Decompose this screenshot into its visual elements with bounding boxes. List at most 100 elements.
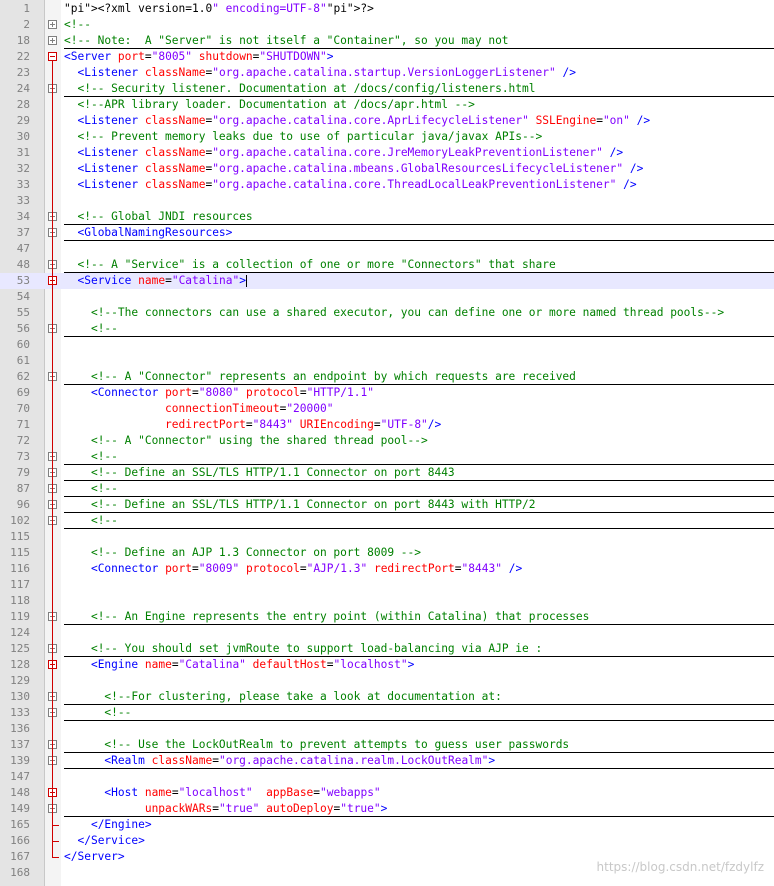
code-line[interactable]: 136 <box>0 721 774 737</box>
code-line[interactable]: 62 <!-- A "Connector" represents an endp… <box>0 369 774 385</box>
code-line[interactable]: 33 <box>0 193 774 209</box>
line-number: 24 <box>16 82 30 95</box>
code-line[interactable]: 22 <Server port="8005" shutdown="SHUTDOWN… <box>0 49 774 65</box>
code-line[interactable]: 96 <!-- Define an SSL/TLS HTTP/1.1 Conne… <box>0 497 774 513</box>
code-text: <!-- <box>90 322 118 335</box>
code-text: <Listener className="org.apache.catalina… <box>77 146 624 159</box>
code-line[interactable]: 119 <!-- An Engine represents the entry … <box>0 609 774 625</box>
code-line[interactable]: 148 <Host name="localhost" appBase="weba… <box>0 785 774 801</box>
line-number: 87 <box>16 482 30 495</box>
code-text: <Host name="localhost" appBase="webapps" <box>104 786 381 799</box>
code-line[interactable]: 87 <!-- <box>0 481 774 497</box>
code-text: unpackWARs="true" autoDeploy="true"> <box>144 802 388 815</box>
code-text: <Server port="8005" shutdown="SHUTDOWN"> <box>64 50 334 63</box>
code-line[interactable]: 56 <!-- <box>0 321 774 337</box>
code-line[interactable]: 125 <!-- You should set jvmRoute to supp… <box>0 641 774 657</box>
line-number: 124 <box>10 626 30 639</box>
code-text: </Engine> <box>90 818 152 831</box>
code-text: <!-- An Engine represents the entry poin… <box>90 610 590 623</box>
code-line[interactable]: 18 <!-- Note: A "Server" is not itself a … <box>0 33 774 49</box>
line-number: 47 <box>16 242 30 255</box>
code-line[interactable]: 124 <box>0 625 774 641</box>
code-line[interactable]: 71 redirectPort="8443" URIEncoding="UTF-… <box>0 417 774 433</box>
code-line[interactable]: 29 <Listener className="org.apache.catal… <box>0 113 774 129</box>
line-number: 116 <box>10 562 30 575</box>
line-number: 125 <box>10 642 30 655</box>
code-line[interactable]: 102 <!-- <box>0 513 774 529</box>
line-number: 30 <box>16 130 30 143</box>
code-line[interactable]: 79 <!-- Define an SSL/TLS HTTP/1.1 Conne… <box>0 465 774 481</box>
line-number: 32 <box>16 162 30 175</box>
code-text: connectionTimeout="20000" <box>165 402 334 415</box>
code-text: <!--For clustering, please take a look a… <box>104 690 502 703</box>
code-line[interactable]: 53 <Service name="Catalina"> <box>0 273 774 289</box>
line-number: 119 <box>10 610 30 623</box>
line-number: 115 <box>10 530 30 543</box>
code-line[interactable]: 147 <box>0 769 774 785</box>
code-text: <!-- You should set jvmRoute to support … <box>90 642 543 655</box>
code-text: <Listener className="org.apache.catalina… <box>77 178 637 191</box>
code-editor[interactable]: 1 "pi"><?xml version=1.0" encoding=UTF-8"… <box>0 0 774 886</box>
text-cursor <box>245 275 247 287</box>
code-line[interactable]: 34 <!-- Global JNDI resources <box>0 209 774 225</box>
fold-collapse-icon[interactable] <box>48 52 57 61</box>
code-line[interactable]: 2 <!-- <box>0 17 774 33</box>
code-line[interactable]: 70 connectionTimeout="20000" <box>0 401 774 417</box>
code-line[interactable]: 54 <box>0 289 774 305</box>
code-line[interactable]: 118 <box>0 593 774 609</box>
code-line[interactable]: 61 <box>0 353 774 369</box>
watermark: https://blog.csdn.net/fzdylfz <box>596 860 764 874</box>
code-line[interactable]: 32 <Listener className="org.apache.catal… <box>0 161 774 177</box>
line-number: 130 <box>10 690 30 703</box>
code-line[interactable]: 166 </Service> <box>0 833 774 849</box>
code-line[interactable]: 137 <!-- Use the LockOutRealm to prevent… <box>0 737 774 753</box>
code-line[interactable]: 48 <!-- A "Service" is a collection of o… <box>0 257 774 273</box>
line-number: 72 <box>16 434 30 447</box>
code-line[interactable]: 116 <Connector port="8009" protocol="AJP… <box>0 561 774 577</box>
code-line[interactable]: 30 <!-- Prevent memory leaks due to use … <box>0 129 774 145</box>
code-line[interactable]: 72 <!-- A "Connector" using the shared t… <box>0 433 774 449</box>
code-line[interactable]: 115 <!-- Define an AJP 1.3 Connector on … <box>0 545 774 561</box>
code-line[interactable]: 139 <Realm className="org.apache.catalin… <box>0 753 774 769</box>
code-line[interactable]: 28 <!--APR library loader. Documentation… <box>0 97 774 113</box>
code-text: <!-- Global JNDI resources <box>77 210 253 223</box>
code-text: <!-- <box>104 706 132 719</box>
line-number: 23 <box>16 66 30 79</box>
code-line[interactable]: 165 </Engine> <box>0 817 774 833</box>
fold-expand-icon[interactable] <box>48 36 57 45</box>
fold-end-marker <box>52 833 59 842</box>
line-number: 117 <box>10 578 30 591</box>
line-number: 37 <box>16 226 30 239</box>
code-line[interactable]: 130 <!--For clustering, please take a lo… <box>0 689 774 705</box>
code-line[interactable]: 129 <box>0 673 774 689</box>
code-line[interactable]: 117 <box>0 577 774 593</box>
line-number: 115 <box>10 546 30 559</box>
code-line[interactable]: 133 <!-- <box>0 705 774 721</box>
code-line[interactable]: 24 <!-- Security listener. Documentation… <box>0 81 774 97</box>
line-number: 28 <box>16 98 30 111</box>
line-number: 55 <box>16 306 30 319</box>
line-number: 48 <box>16 258 30 271</box>
line-number: 139 <box>10 754 30 767</box>
line-number: 29 <box>16 114 30 127</box>
code-text: <Engine name="Catalina" defaultHost="loc… <box>90 658 415 671</box>
line-number: 168 <box>10 866 30 879</box>
code-line[interactable]: 31 <Listener className="org.apache.catal… <box>0 145 774 161</box>
code-line[interactable]: 55 <!--The connectors can use a shared e… <box>0 305 774 321</box>
line-number: 147 <box>10 770 30 783</box>
code-line[interactable]: 128 <Engine name="Catalina" defaultHost=… <box>0 657 774 673</box>
fold-expand-icon[interactable] <box>48 20 57 29</box>
code-line[interactable]: 115 <box>0 529 774 545</box>
code-line[interactable]: 1 "pi"><?xml version=1.0" encoding=UTF-8"… <box>0 1 774 17</box>
code-text: <Listener className="org.apache.catalina… <box>77 114 651 127</box>
code-line[interactable]: 47 <box>0 241 774 257</box>
code-text: <!-- <box>90 450 118 463</box>
code-line[interactable]: 69 <Connector port="8080" protocol="HTTP… <box>0 385 774 401</box>
code-line[interactable]: 37 <GlobalNamingResources> <box>0 225 774 241</box>
code-line[interactable]: 23 <Listener className="org.apache.catal… <box>0 65 774 81</box>
code-line[interactable]: 149 unpackWARs="true" autoDeploy="true"> <box>0 801 774 817</box>
code-text: <!-- A "Connector" represents an endpoin… <box>90 370 576 383</box>
code-line[interactable]: 33 <Listener className="org.apache.catal… <box>0 177 774 193</box>
code-line[interactable]: 73 <!-- <box>0 449 774 465</box>
code-line[interactable]: 60 <box>0 337 774 353</box>
